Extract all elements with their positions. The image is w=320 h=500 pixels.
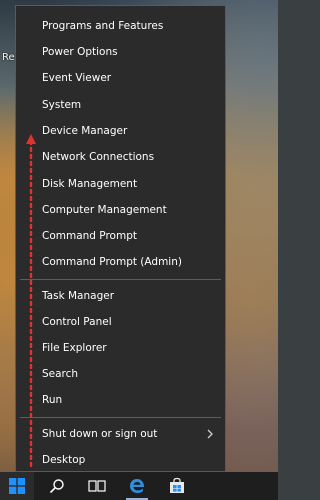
desktop-icon-label: Re	[2, 52, 15, 63]
menu-item-disk-management[interactable]: Disk Management	[16, 171, 225, 197]
store-taskbar-button[interactable]	[160, 472, 194, 500]
menu-item-command-prompt-admin[interactable]: Command Prompt (Admin)	[16, 249, 225, 275]
menu-item-label: Shut down or sign out	[42, 428, 158, 440]
search-icon	[49, 479, 64, 494]
menu-item-desktop[interactable]: Desktop	[16, 447, 225, 473]
chevron-right-icon	[207, 429, 213, 439]
store-icon	[170, 477, 184, 493]
menu-item-shut-down-or-sign-out[interactable]: Shut down or sign out	[16, 421, 225, 447]
menu-item-computer-management[interactable]: Computer Management	[16, 197, 225, 223]
taskbar	[0, 472, 278, 500]
red-dotted-arrow-annotation	[26, 134, 36, 468]
menu-item-power-options[interactable]: Power Options	[16, 39, 225, 65]
menu-item-run[interactable]: Run	[16, 387, 225, 413]
task-view-button[interactable]	[80, 472, 114, 500]
menu-separator	[20, 279, 221, 280]
menu-item-task-manager[interactable]: Task Manager	[16, 283, 225, 309]
menu-item-programs-and-features[interactable]: Programs and Features	[16, 13, 225, 39]
edge-icon	[130, 479, 145, 493]
menu-item-device-manager[interactable]: Device Manager	[16, 118, 225, 144]
menu-item-event-viewer[interactable]: Event Viewer	[16, 65, 225, 91]
menu-item-search[interactable]: Search	[16, 361, 225, 387]
edge-taskbar-button[interactable]	[120, 472, 154, 500]
menu-separator	[20, 417, 221, 418]
search-button[interactable]	[40, 472, 74, 500]
start-button[interactable]	[0, 472, 34, 500]
menu-item-command-prompt[interactable]: Command Prompt	[16, 223, 225, 249]
menu-item-file-explorer[interactable]: File Explorer	[16, 335, 225, 361]
power-user-menu: Programs and Features Power Options Even…	[15, 5, 226, 472]
menu-item-control-panel[interactable]: Control Panel	[16, 309, 225, 335]
menu-item-network-connections[interactable]: Network Connections	[16, 144, 225, 170]
menu-item-system[interactable]: System	[16, 92, 225, 118]
task-view-icon	[88, 480, 106, 492]
windows-start-icon	[9, 478, 25, 494]
